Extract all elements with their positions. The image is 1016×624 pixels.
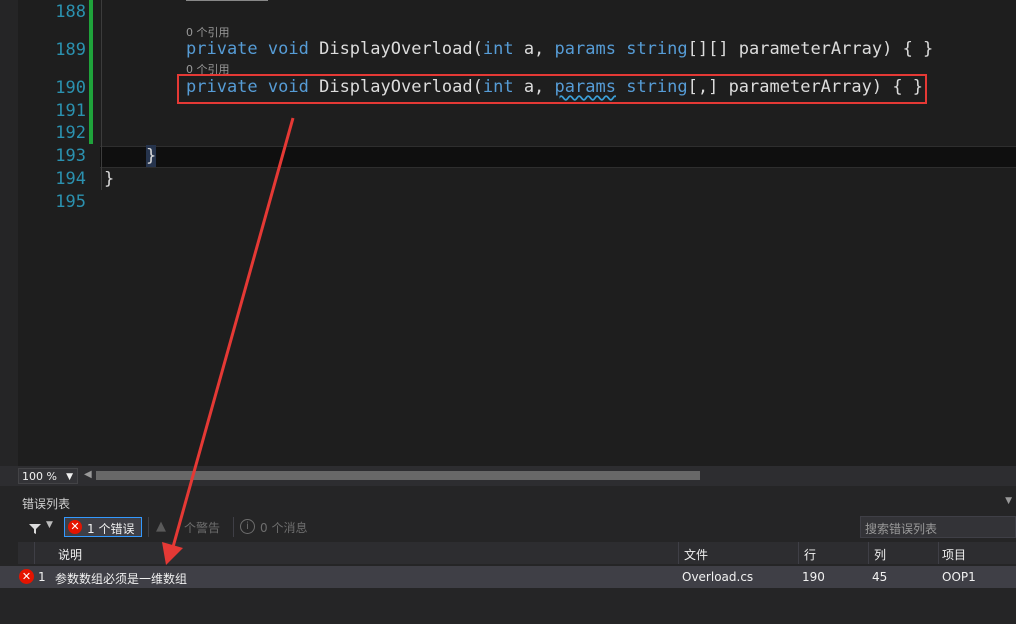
horizontal-scrollbar-thumb[interactable] (96, 471, 700, 480)
search-placeholder: 搜索错误列表 (865, 522, 938, 536)
messages-filter-button[interactable]: i 0 个消息 (240, 517, 320, 537)
panel-menu-chevron-icon[interactable]: ▼ (1005, 496, 1012, 506)
column-header-file[interactable]: 文件 (684, 546, 708, 563)
column-header-project[interactable]: 项目 (942, 546, 966, 563)
toolbar-divider (233, 517, 234, 537)
error-line: 190 (802, 570, 825, 584)
column-header-description[interactable]: 说明 (58, 546, 82, 563)
warnings-count-label: 个警告 (184, 521, 221, 535)
error-list-header: 说明 文件 行 列 项目 (18, 542, 1016, 564)
errors-count-label: 1 个错误 (87, 522, 135, 536)
column-divider (798, 542, 799, 564)
zoom-dropdown[interactable]: 100 % ▼ (18, 468, 78, 484)
code-line-189[interactable]: private void DisplayOverload(int a, para… (186, 38, 933, 60)
error-list-toolbar: ▼ ✕ 1 个错误 ▲ 个警告 i 0 个消息 搜索错误列表 (0, 514, 1016, 542)
closing-brace: } (146, 145, 157, 167)
scroll-left-icon[interactable]: ◀ (84, 469, 92, 480)
column-divider (678, 542, 679, 564)
toolbar-divider (148, 517, 149, 537)
line-number: 193 (55, 146, 86, 166)
error-project: OOP1 (942, 570, 976, 584)
info-icon: i (240, 519, 255, 534)
change-tracking-bar (89, 0, 93, 144)
chevron-down-icon: ▼ (66, 472, 73, 482)
panel-title: 错误列表 (22, 497, 71, 511)
errors-filter-button[interactable]: ✕ 1 个错误 (64, 517, 142, 537)
line-number: 188 (55, 2, 86, 22)
error-description: 参数数组必须是一维数组 (55, 572, 188, 586)
code-editor[interactable]: 188 189 190 191 192 193 194 195 0 个引用 pr… (0, 0, 1016, 466)
highlight-box (177, 74, 927, 104)
code-text: [][] parameterArray) (687, 39, 893, 59)
error-list-panel: 错误列表 ▼ ▼ ✕ 1 个错误 ▲ 个警告 i 0 个消息 搜索错误列表 说明… (0, 486, 1016, 624)
column-divider (868, 542, 869, 564)
error-icon: ✕ (19, 569, 34, 584)
indent-guide (101, 0, 102, 190)
keyword: string (626, 39, 688, 59)
editor-left-margin (0, 0, 18, 466)
keyword: void (267, 39, 309, 59)
zoom-level: 100 % (22, 470, 57, 483)
error-column: 45 (872, 570, 888, 584)
error-file: Overload.cs (682, 570, 754, 584)
keyword: params (554, 39, 616, 59)
error-icon: ✕ (68, 520, 82, 534)
column-divider (938, 542, 939, 564)
closing-brace: } (104, 169, 115, 189)
code-separator (186, 0, 268, 1)
line-number: 191 (55, 101, 86, 121)
column-header-column[interactable]: 列 (874, 546, 886, 563)
code-text: a, (513, 39, 555, 59)
filter-icon[interactable] (28, 520, 42, 534)
messages-count-label: 0 个消息 (260, 521, 308, 535)
line-number: 189 (55, 40, 86, 60)
warnings-filter-button[interactable]: ▲ 个警告 (154, 517, 230, 537)
current-line-highlight (100, 146, 1016, 168)
search-error-list-input[interactable]: 搜索错误列表 (860, 516, 1016, 538)
row-index: 1 (38, 570, 46, 584)
keyword: int (482, 39, 514, 59)
line-number: 194 (55, 169, 86, 189)
line-number: 190 (55, 78, 86, 98)
column-header-line[interactable]: 行 (804, 546, 816, 563)
table-row[interactable]: ✕ 1 参数数组必须是一维数组 Overload.cs 190 45 OOP1 (0, 566, 1016, 588)
column-divider (34, 542, 35, 564)
warning-icon: ▲ (156, 519, 166, 534)
method-name: DisplayOverload( (308, 39, 483, 59)
editor-status-strip: 100 % ▼ ◀ (0, 466, 1016, 486)
keyword: private (186, 39, 258, 59)
code-text: { } (892, 39, 934, 59)
filter-dropdown-chevron-icon[interactable]: ▼ (46, 520, 53, 530)
line-number: 195 (55, 192, 86, 212)
line-number: 192 (55, 123, 86, 143)
